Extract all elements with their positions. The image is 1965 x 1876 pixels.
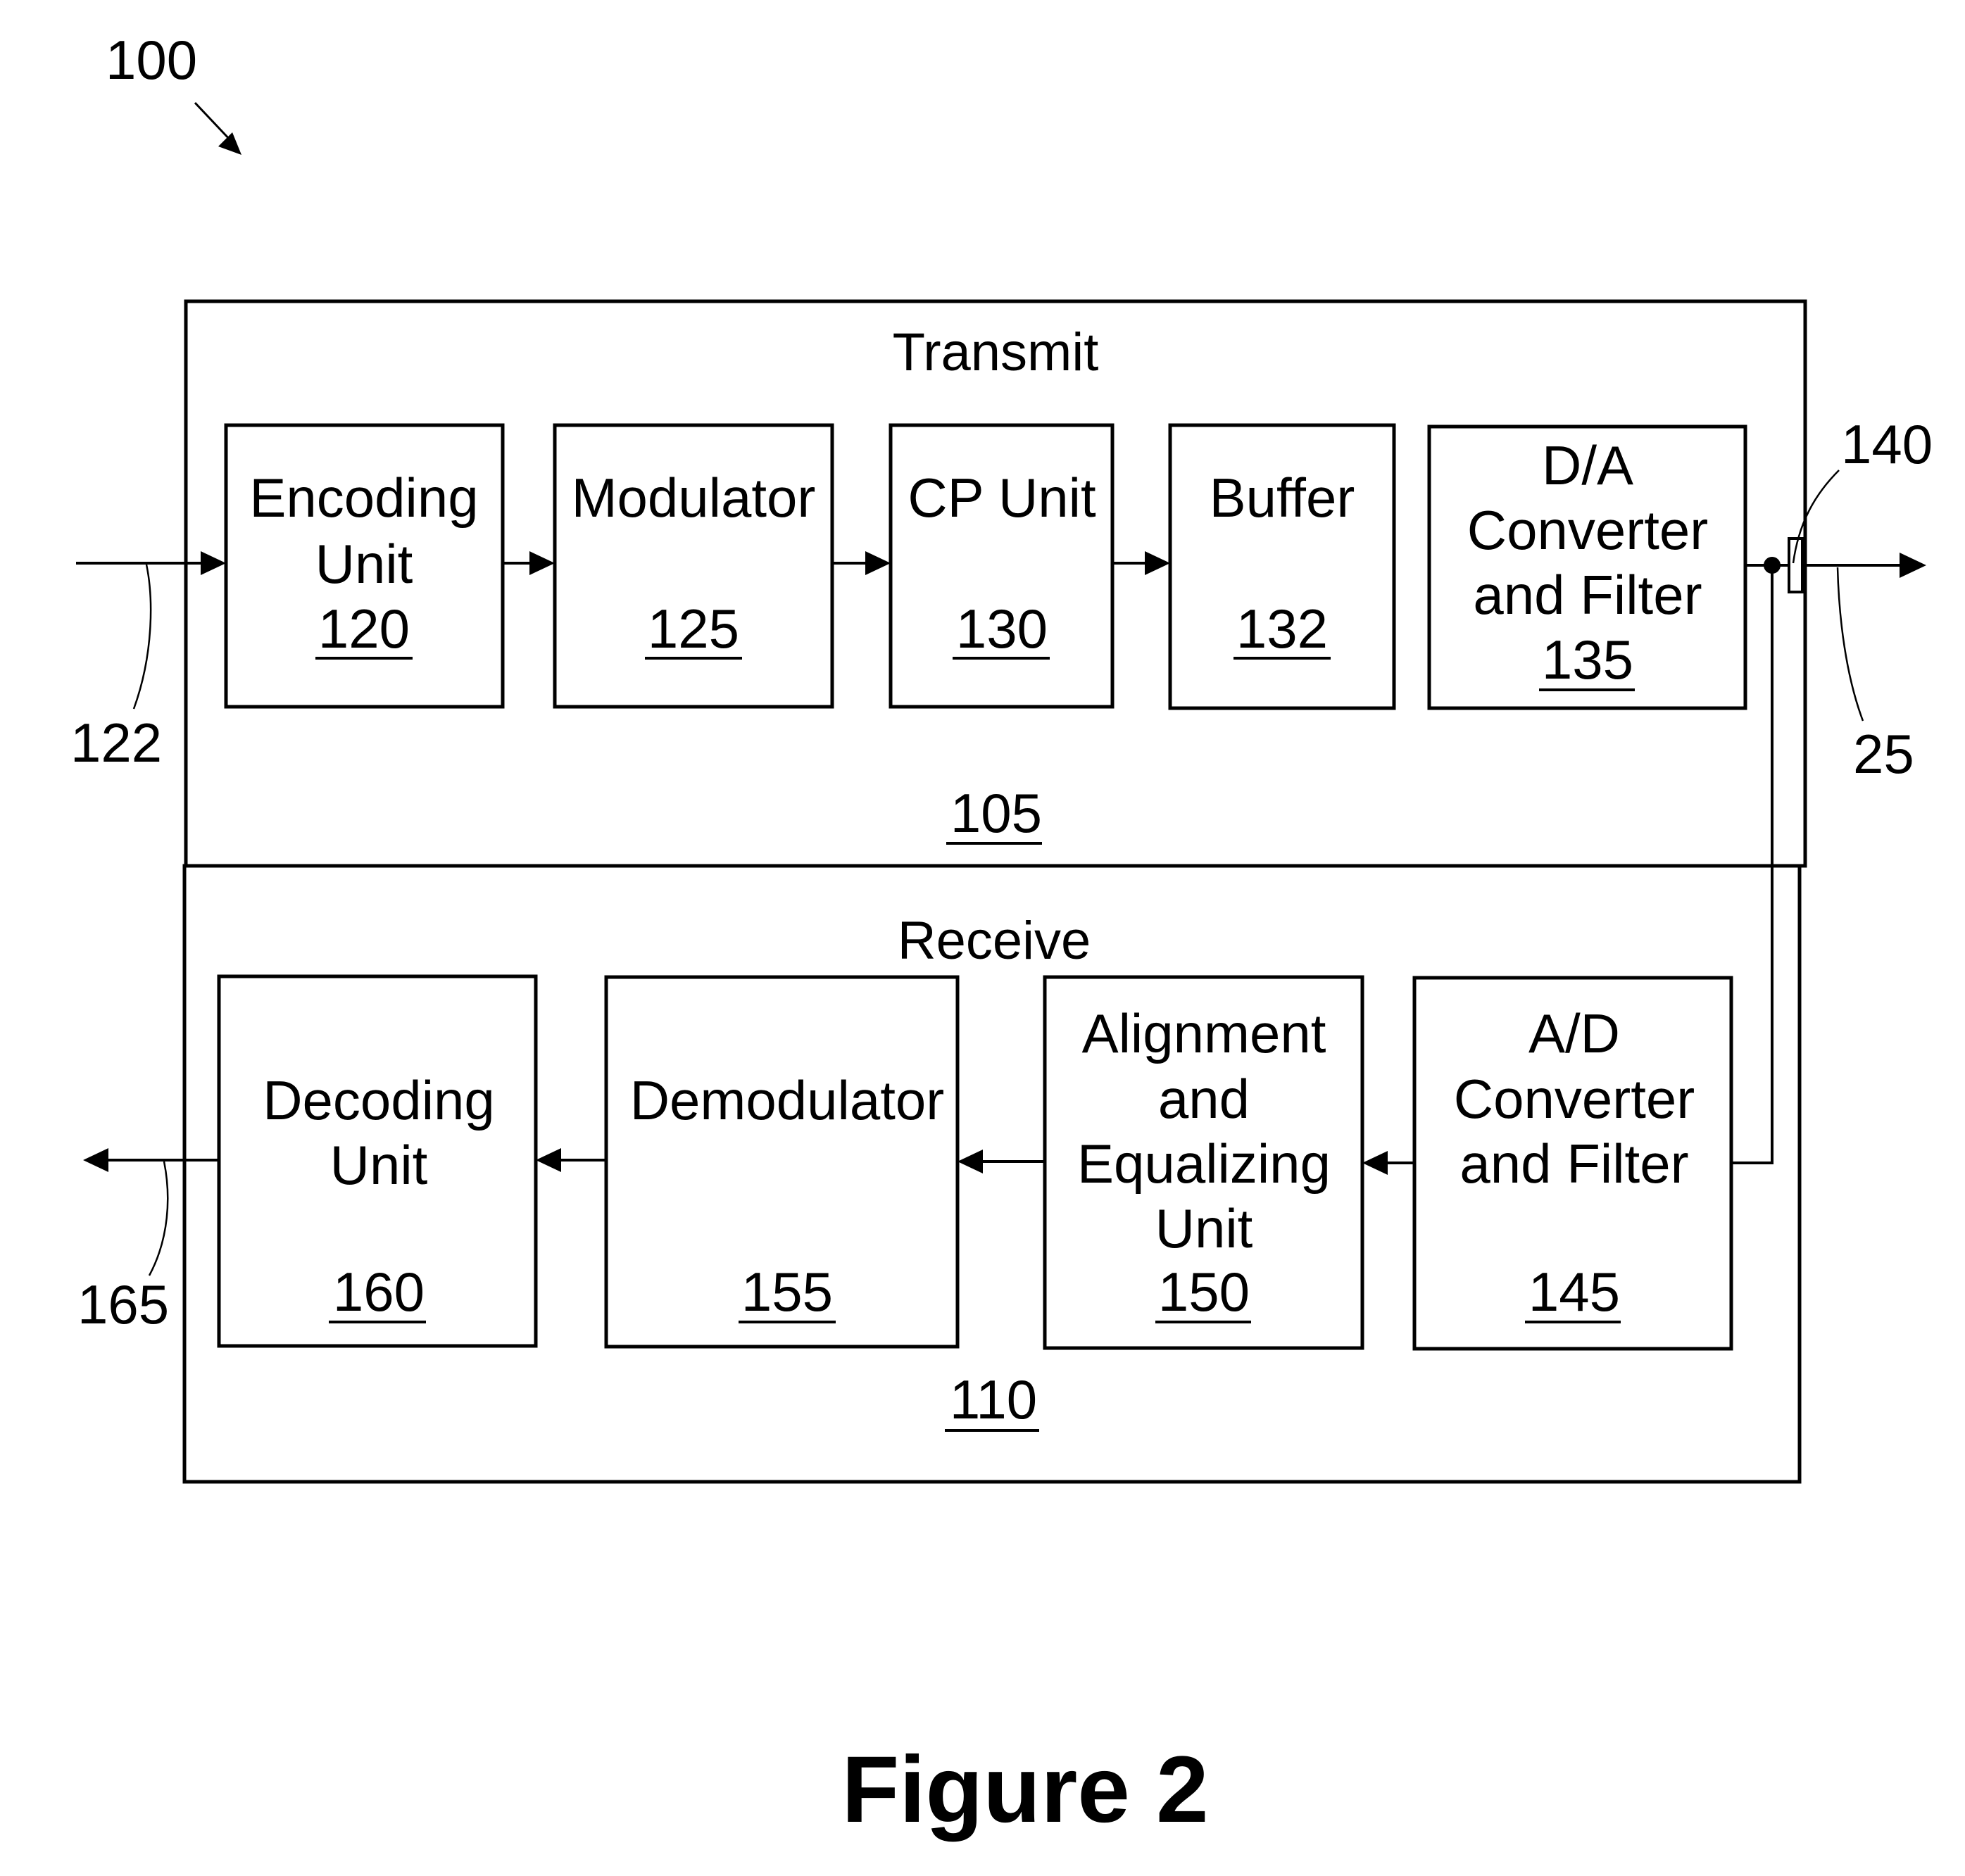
svg-text:Modulator: Modulator — [572, 467, 816, 529]
arrowhead-modulator — [529, 551, 555, 575]
transmit-section-ref: 105 — [946, 782, 1042, 845]
modulator-block: Modulator 125 — [553, 423, 834, 709]
output-ref-leader — [148, 1161, 169, 1276]
coupler-ref-label: 140 — [1841, 413, 1933, 475]
system-ref-arrow — [194, 101, 241, 155]
encoding-unit-block: Encoding Unit 120 — [224, 423, 505, 709]
svg-text:Alignment: Alignment — [1082, 1002, 1326, 1064]
svg-text:Unit: Unit — [1155, 1197, 1253, 1259]
arrowhead-demodulator — [958, 1150, 983, 1173]
receive-title: Receive — [898, 911, 1091, 971]
svg-text:135: 135 — [1542, 629, 1633, 691]
cp-unit-block: CP Unit 130 — [889, 423, 1115, 709]
arrowhead-alignment — [1362, 1151, 1388, 1175]
svg-text:Unit: Unit — [330, 1134, 428, 1196]
decoding-unit-block: Decoding Unit 160 — [217, 974, 538, 1348]
svg-text:155: 155 — [741, 1261, 833, 1323]
svg-text:Equalizing: Equalizing — [1077, 1133, 1331, 1195]
svg-text:130: 130 — [956, 598, 1048, 660]
arrowhead-buffer — [1145, 551, 1170, 575]
svg-text:CP Unit: CP Unit — [908, 467, 1096, 529]
svg-text:160: 160 — [333, 1261, 425, 1323]
demodulator-block: Demodulator 155 — [604, 975, 960, 1349]
svg-text:Unit: Unit — [315, 533, 413, 595]
svg-text:125: 125 — [648, 598, 739, 660]
receive-section-ref: 110 — [945, 1368, 1039, 1432]
svg-text:Decoding: Decoding — [263, 1069, 495, 1131]
system-ref-label: 100 — [106, 29, 197, 91]
svg-text:Converter: Converter — [1467, 499, 1708, 561]
svg-text:Converter: Converter — [1454, 1068, 1695, 1130]
input-ref-label: 122 — [70, 712, 162, 774]
svg-text:105: 105 — [950, 782, 1042, 844]
svg-text:120: 120 — [318, 598, 410, 660]
line-ref-label: 25 — [1853, 723, 1914, 785]
svg-text:and Filter: and Filter — [1473, 564, 1702, 626]
svg-text:and Filter: and Filter — [1459, 1133, 1688, 1195]
arrowhead-cp — [865, 551, 891, 575]
block-diagram: 100 Transmit Receive 105 110 Encoding Un… — [70, 29, 1933, 1842]
svg-text:132: 132 — [1236, 598, 1328, 660]
ad-converter-block: A/D Converter and Filter 145 — [1412, 976, 1733, 1351]
output-ref-label: 165 — [77, 1273, 169, 1335]
input-ref-leader — [132, 564, 152, 710]
transmit-title: Transmit — [893, 322, 1099, 382]
svg-text:110: 110 — [950, 1368, 1037, 1430]
output-arrowhead — [83, 1148, 108, 1172]
svg-text:A/D: A/D — [1528, 1002, 1620, 1064]
svg-text:Encoding: Encoding — [249, 467, 478, 529]
svg-text:Demodulator: Demodulator — [630, 1069, 945, 1131]
arrowhead-decoding — [536, 1148, 561, 1172]
alignment-equalizing-block: Alignment and Equalizing Unit 150 — [1043, 975, 1364, 1350]
line-output-arrowhead — [1900, 553, 1926, 578]
buffer-block: Buffer 132 — [1168, 423, 1396, 710]
svg-text:Buffer: Buffer — [1210, 467, 1355, 529]
svg-text:145: 145 — [1528, 1261, 1620, 1323]
svg-text:D/A: D/A — [1542, 434, 1633, 496]
svg-text:and: and — [1158, 1068, 1250, 1130]
input-arrowhead — [201, 551, 226, 575]
da-converter-block: D/A Converter and Filter 135 — [1427, 424, 1747, 710]
figure-caption: Figure 2 — [841, 1737, 1208, 1842]
line-ref-leader — [1836, 567, 1864, 722]
svg-text:150: 150 — [1158, 1261, 1250, 1323]
